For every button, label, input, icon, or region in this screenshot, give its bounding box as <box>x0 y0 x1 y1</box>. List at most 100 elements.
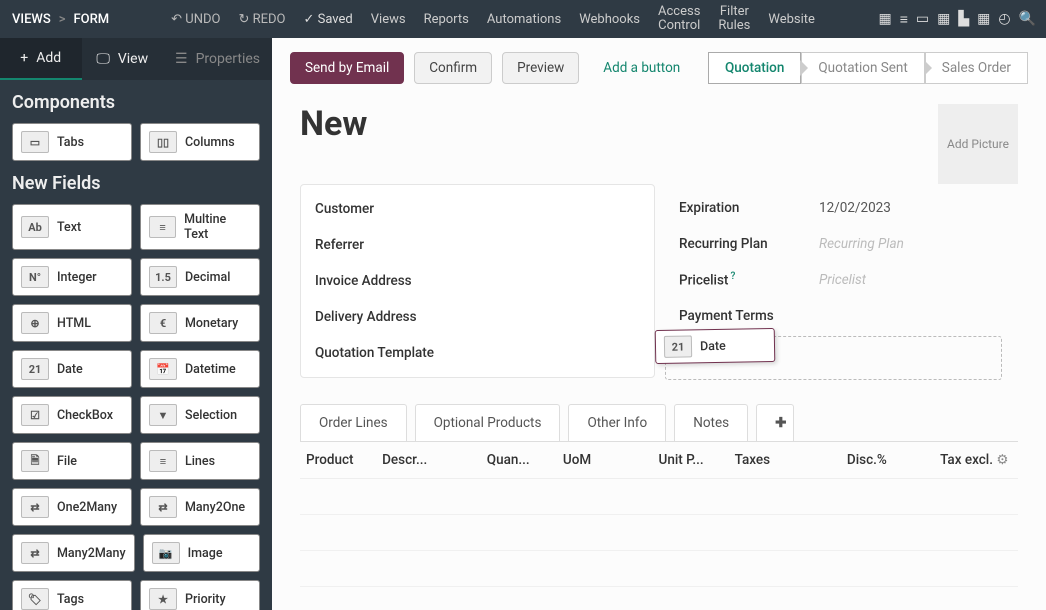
field-datetime[interactable]: 📅 Datetime <box>140 350 260 388</box>
redo-button[interactable]: ↻ REDO <box>238 12 285 27</box>
field-label: Datetime <box>185 362 236 377</box>
component-columns[interactable]: ▯▯Columns <box>140 123 260 161</box>
pivot-view-icon[interactable]: ▦ <box>977 11 990 28</box>
status-order[interactable]: Sales Order <box>925 52 1028 84</box>
many2many-icon: ⇄ <box>21 542 49 564</box>
breadcrumb-views[interactable]: VIEWS <box>12 12 51 27</box>
search-icon[interactable]: 🔍 <box>1019 11 1036 28</box>
checkbox-icon: ☑ <box>21 404 49 426</box>
field-decimal[interactable]: 1.5Decimal <box>140 258 260 296</box>
status-quotation[interactable]: Quotation <box>708 52 801 84</box>
tab-orderlines[interactable]: Order Lines <box>300 404 407 441</box>
field-label: Selection <box>185 408 237 423</box>
sidebar-tab-view[interactable]: 🖵View <box>82 38 164 80</box>
right-fields: Expiration12/02/2023 Recurring PlanRecur… <box>665 184 1018 378</box>
col-excl[interactable]: Tax excl. <box>917 452 993 468</box>
tabs-bar: Order Lines Optional Products Other Info… <box>300 404 1018 442</box>
nav-filter-rules[interactable]: FilterRules <box>718 5 750 34</box>
nav-website[interactable]: Website <box>768 12 815 27</box>
value-expiration[interactable]: 12/02/2023 <box>819 200 891 216</box>
datetime-icon: 📅 <box>149 358 177 380</box>
lines-icon: ≡ <box>149 450 177 472</box>
breadcrumb-form[interactable]: FORM <box>74 12 110 27</box>
component-tabs[interactable]: ▭Tabs <box>12 123 132 161</box>
calendar-view-icon[interactable]: ▦ <box>937 11 950 28</box>
empty-table <box>300 479 1018 589</box>
clock-icon[interactable]: ◴ <box>998 11 1010 28</box>
col-disc[interactable]: Disc.% <box>811 452 887 468</box>
field-html[interactable]: ⊕HTML <box>12 304 132 342</box>
col-taxes[interactable]: Taxes <box>735 452 811 468</box>
field-tags[interactable]: 🏷Tags <box>12 580 132 610</box>
field-label: Multine Text <box>184 212 251 242</box>
components-title: Components <box>12 92 260 113</box>
form-view-icon[interactable]: ▭ <box>916 11 929 28</box>
value-recurring[interactable]: Recurring Plan <box>819 236 904 252</box>
monetary-icon: € <box>149 312 177 334</box>
newfields-title: New Fields <box>12 173 260 194</box>
sidebar: +Add 🖵View ☰Properties Components ▭Tabs … <box>0 38 272 610</box>
label-expiration: Expiration <box>679 200 819 216</box>
field-file[interactable]: 🗎File <box>12 442 132 480</box>
field-checkbox[interactable]: ☑ CheckBox <box>12 396 132 434</box>
field-lines[interactable]: ≡ Lines <box>140 442 260 480</box>
label-customer: Customer <box>315 201 455 217</box>
field-label: CheckBox <box>57 408 113 423</box>
field-many2many[interactable]: ⇄Many2Many <box>12 534 135 572</box>
tab-add[interactable]: ✚ <box>756 404 794 441</box>
sidebar-tab-properties[interactable]: ☰Properties <box>163 38 272 80</box>
undo-button[interactable]: ↶ UNDO <box>171 12 220 27</box>
tab-other[interactable]: Other Info <box>568 404 666 441</box>
field-label: Monetary <box>185 316 238 331</box>
col-product[interactable]: Product <box>306 452 382 468</box>
col-price[interactable]: Unit P... <box>659 452 735 468</box>
list-icon: ☰ <box>175 51 188 67</box>
field-many2one[interactable]: ⇄Many2One <box>140 488 260 526</box>
add-picture[interactable]: Add Picture <box>938 104 1018 184</box>
left-fields: Customer Referrer Invoice Address Delive… <box>300 184 655 378</box>
field-monetary[interactable]: € Monetary <box>140 304 260 342</box>
field-label: Lines <box>185 454 215 469</box>
status-sent[interactable]: Quotation Sent <box>801 52 924 84</box>
saved-status: ✓ Saved <box>303 12 352 27</box>
top-bar: VIEWS > FORM ↶ UNDO ↻ REDO ✓ Saved Views… <box>0 0 1046 38</box>
nav-views[interactable]: Views <box>371 12 406 27</box>
nav-webhooks[interactable]: Webhooks <box>579 12 640 27</box>
priority-icon: ★ <box>149 588 177 610</box>
nav-access-control[interactable]: AccessControl <box>658 5 700 34</box>
chart-view-icon[interactable]: ▙ <box>958 11 969 28</box>
integer-icon: N° <box>21 266 49 288</box>
col-uom[interactable]: UoM <box>563 452 649 468</box>
sidebar-tab-add[interactable]: +Add <box>0 38 82 80</box>
list-view-icon[interactable]: ≡ <box>900 11 908 28</box>
add-button-link[interactable]: Add a button <box>589 53 694 83</box>
nav-reports[interactable]: Reports <box>424 12 469 27</box>
label-template: Quotation Template <box>315 345 455 361</box>
send-email-button[interactable]: Send by Email <box>290 52 404 84</box>
value-pricelist[interactable]: Pricelist <box>819 272 866 288</box>
field-label: Decimal <box>185 270 230 285</box>
field-selection[interactable]: ▼Selection <box>140 396 260 434</box>
field-label: File <box>57 454 77 469</box>
nav-automations[interactable]: Automations <box>487 12 561 27</box>
field-multiline[interactable]: ≡Multine Text <box>140 204 260 250</box>
col-qty[interactable]: Quan... <box>487 452 563 468</box>
dragged-field-date[interactable]: 21Date <box>655 328 776 364</box>
tab-optional[interactable]: Optional Products <box>415 404 561 441</box>
preview-button[interactable]: Preview <box>502 52 579 84</box>
field-text[interactable]: AbText <box>12 204 132 250</box>
help-icon[interactable]: ? <box>730 271 735 282</box>
confirm-button[interactable]: Confirm <box>414 52 492 84</box>
field-one2many[interactable]: ⇄One2Many <box>12 488 132 526</box>
field-label: Integer <box>57 270 97 285</box>
field-image[interactable]: 📷Image <box>143 534 260 572</box>
field-label: Tags <box>57 592 84 607</box>
col-desc[interactable]: Descr... <box>382 452 487 468</box>
date-icon: 21 <box>21 358 49 380</box>
field-date[interactable]: 21Date <box>12 350 132 388</box>
card-view-icon[interactable]: ▦ <box>878 11 891 28</box>
field-integer[interactable]: N° Integer <box>12 258 132 296</box>
tab-notes[interactable]: Notes <box>674 404 748 441</box>
field-priority[interactable]: ★Priority <box>140 580 260 610</box>
settings-icon[interactable]: ⚙ <box>993 452 1012 468</box>
